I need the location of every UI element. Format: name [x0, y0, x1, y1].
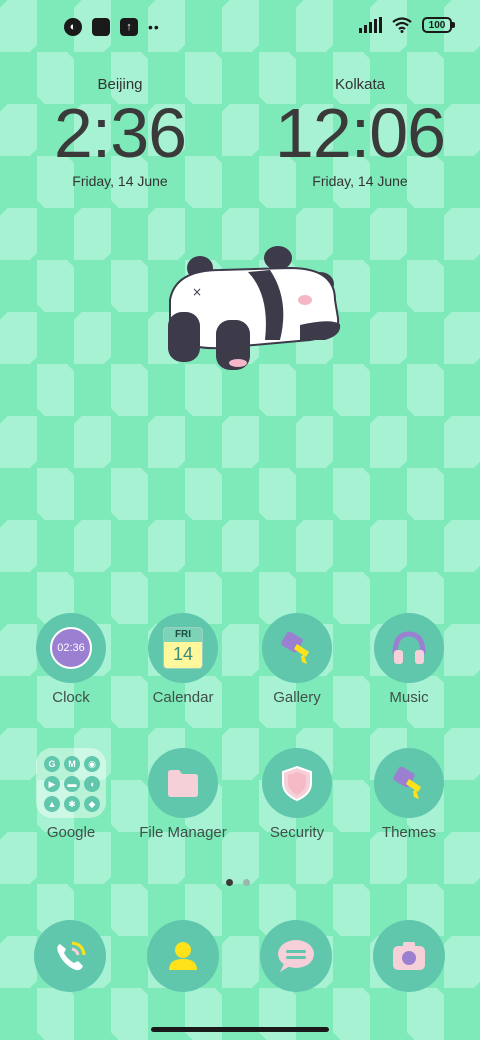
app-label: Themes: [381, 824, 437, 841]
app-label: Google: [46, 824, 96, 841]
security-icon: [262, 748, 332, 818]
folder-google[interactable]: G M ◉ ▶ ▬ ◖ ▲ ✱ ◆ Google: [16, 748, 126, 841]
contacts-icon: [169, 942, 197, 970]
photos-icon: ✱: [64, 796, 80, 812]
themes-icon: [374, 748, 444, 818]
maps-icon: ◉: [84, 756, 100, 772]
clock-widget-beijing[interactable]: Beijing 2:36 Friday, 14 June: [0, 76, 240, 189]
app-file-manager[interactable]: File Manager: [128, 748, 238, 841]
clock-widget-kolkata[interactable]: Kolkata 12:06 Friday, 14 June: [240, 76, 480, 189]
more-notifications-icon: ••: [148, 19, 160, 35]
dock-camera[interactable]: [373, 920, 445, 992]
panda-sticker: ×: [168, 246, 341, 370]
app-label: Security: [269, 824, 325, 841]
app-themes[interactable]: Themes: [354, 748, 464, 841]
file-manager-icon: [148, 748, 218, 818]
camera-icon: [393, 942, 425, 970]
clock-time: 12:06: [274, 94, 446, 172]
clock-face: 02:36: [50, 627, 92, 669]
svg-text:×: ×: [192, 285, 202, 299]
music-icon: [374, 613, 444, 683]
clock-time: 2:36: [53, 94, 187, 172]
gallery-icon: [262, 613, 332, 683]
status-notification-icons: ◐ ↑ ••: [64, 18, 160, 36]
upload-notification-icon: ↑: [120, 18, 138, 36]
phone-icon: [57, 941, 86, 971]
drive-icon: ▲: [44, 796, 60, 812]
calendar-date: 14: [172, 644, 194, 664]
youtube-icon: ▶: [44, 776, 60, 792]
dock-phone[interactable]: [34, 920, 106, 992]
status-bar: ◐ ↑ •• 100: [0, 0, 480, 56]
calendar-icon: FRI 14: [148, 613, 218, 683]
wifi-icon: [392, 17, 412, 33]
google-search-icon: G: [44, 756, 60, 772]
calendar-page: FRI 14: [163, 627, 203, 669]
home-indicator[interactable]: [151, 1027, 329, 1032]
folder-icon: [168, 770, 198, 797]
page-indicator: [226, 879, 250, 886]
square-notification-icon: [92, 18, 110, 36]
calendar-day: FRI: [164, 628, 202, 642]
shield-icon: [282, 765, 312, 802]
google-folder-icon: G M ◉ ▶ ▬ ◖ ▲ ✱ ◆: [36, 748, 106, 818]
clock-date: Friday, 14 June: [312, 173, 408, 189]
messages-icon: [278, 940, 314, 972]
headphones-icon: [392, 631, 426, 664]
page-dot-active: [226, 879, 233, 886]
gmail-icon: M: [64, 756, 80, 772]
app-clock[interactable]: 02:36 Clock: [16, 613, 126, 706]
play-icon: ◆: [84, 796, 100, 812]
app-notification-icon: ◐: [64, 18, 82, 36]
clock-icon: 02:36: [36, 613, 106, 683]
clock-city: Kolkata: [334, 76, 386, 93]
clock-date: Friday, 14 June: [72, 173, 168, 189]
app-calendar[interactable]: FRI 14 Calendar: [128, 613, 238, 706]
cellular-signal-icon: [359, 17, 382, 33]
dock-contacts[interactable]: [147, 920, 219, 992]
meet-icon: ▬: [64, 776, 80, 792]
app-label: Clock: [52, 689, 90, 706]
clock-city: Beijing: [97, 76, 143, 93]
app-label: File Manager: [139, 824, 227, 841]
app-music[interactable]: Music: [354, 613, 464, 706]
status-system-icons: 100: [359, 17, 455, 33]
app-label: Gallery: [273, 689, 321, 706]
dock-messages[interactable]: [260, 920, 332, 992]
app-security[interactable]: Security: [242, 748, 352, 841]
page-dot: [243, 879, 250, 886]
app-gallery[interactable]: Gallery: [242, 613, 352, 706]
brush-icon: [281, 631, 309, 664]
app-label: Calendar: [152, 689, 214, 706]
assistant-icon: ◖: [84, 776, 100, 792]
battery-icon: 100: [422, 17, 455, 33]
brush-icon: [393, 766, 421, 799]
app-label: Music: [389, 689, 429, 706]
